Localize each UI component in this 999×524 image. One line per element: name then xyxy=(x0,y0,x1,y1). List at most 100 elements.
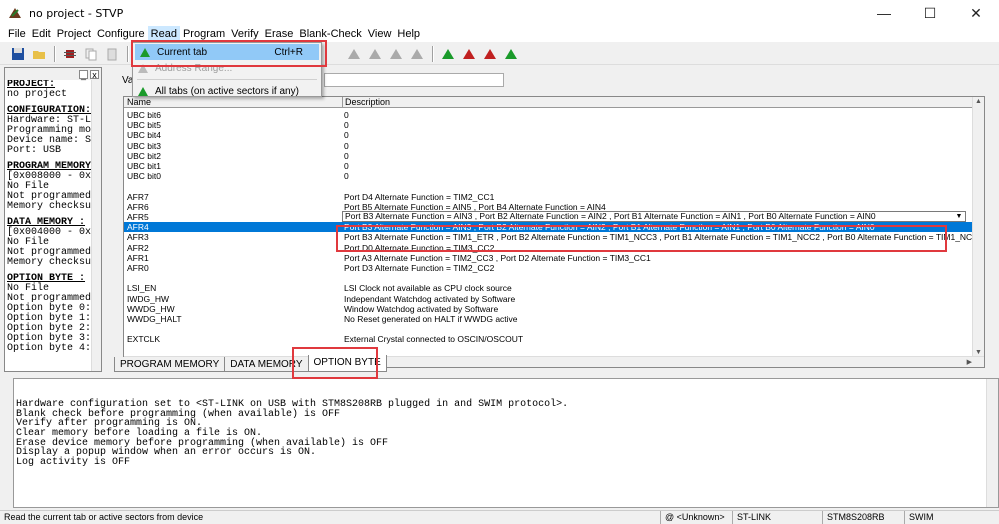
row-description: Port A3 Alternate Function = TIM2_CC3 , … xyxy=(344,252,651,263)
menu-item-all-tabs[interactable]: All tabs (on active sectors if any) xyxy=(133,83,321,99)
maximize-button[interactable]: ☐ xyxy=(907,0,953,26)
table-row[interactable]: IWDG_HW Independant Watchdog activated by… xyxy=(124,294,974,304)
panel-close-icon[interactable]: x xyxy=(90,69,99,79)
save-icon[interactable] xyxy=(8,45,28,63)
info-line: Option byte 4: xyxy=(7,343,91,354)
row-description: 0 xyxy=(344,110,349,120)
menu-file[interactable]: File xyxy=(5,26,29,42)
table-row[interactable]: AFR7 Port D4 Alternate Function = TIM2_CC… xyxy=(124,192,974,202)
read-pm-icon[interactable] xyxy=(365,45,385,63)
panel-header: _ x xyxy=(5,68,101,80)
info-line: Memory checksum xyxy=(7,201,91,212)
row-name: AFR1 xyxy=(127,252,149,263)
close-button[interactable]: ✕ xyxy=(953,0,999,26)
table-row[interactable]: EXTCLK External Crystal connected to OSCI… xyxy=(124,334,974,344)
panel-scrollbar[interactable] xyxy=(91,80,101,371)
row-name: UBC bit3 xyxy=(127,140,162,151)
table-row[interactable]: UBC bit0 0 xyxy=(124,171,974,181)
value-combobox[interactable]: Port B3 Alternate Function = AIN3 , Port… xyxy=(342,211,966,222)
toolbar-separator xyxy=(432,45,434,62)
read-ob-icon[interactable] xyxy=(407,45,427,63)
row-name: EXTCLK xyxy=(127,334,161,345)
row-description: 0 xyxy=(344,120,349,131)
menu-help[interactable]: Help xyxy=(394,26,423,42)
program-green2-icon[interactable] xyxy=(501,45,521,63)
log-scrollbar[interactable] xyxy=(986,379,998,507)
program-red-icon[interactable] xyxy=(459,45,479,63)
annotation-box-read-menu xyxy=(131,40,327,67)
table-row[interactable]: UBC bit1 0 xyxy=(124,161,974,171)
menu-project[interactable]: Project xyxy=(54,26,94,42)
table-row[interactable]: WWDG_HW Window Watchdog activated by Soft… xyxy=(124,304,974,314)
tab-program-memory[interactable]: PROGRAM MEMORY xyxy=(114,357,226,372)
row-name: UBC bit2 xyxy=(127,150,162,161)
row-description: 0 xyxy=(344,161,349,171)
table-row[interactable]: UBC bit6 0 xyxy=(124,110,974,120)
memory-view-panel: Va Name Description UBC bit6 0 UBC bit5 0 UB… xyxy=(114,67,985,372)
table-row[interactable]: UBC bit3 0 xyxy=(124,141,974,151)
log-line: Display a popup window when an error occ… xyxy=(16,447,317,459)
table-row[interactable]: AFR0 Port D3 Alternate Function = TIM2_CC… xyxy=(124,263,974,273)
chip-icon[interactable] xyxy=(60,45,80,63)
scroll-down-icon[interactable]: ▼ xyxy=(975,349,982,356)
log-line: Log activity is OFF xyxy=(16,456,131,468)
row-name: WWDG_HW xyxy=(127,303,175,314)
read-all-icon[interactable] xyxy=(344,45,364,63)
row-name: AFR6 xyxy=(127,201,149,212)
stvp-app-icon xyxy=(9,8,21,18)
status-device: STM8S208RB xyxy=(822,511,902,524)
scroll-right-icon[interactable]: ▶ xyxy=(967,358,972,366)
project-info-panel: _ x PROJECT: no project CONFIGURATION: Hard… xyxy=(4,67,102,372)
table-row[interactable] xyxy=(124,273,974,283)
column-header-description[interactable]: Description xyxy=(342,97,390,108)
toolbar-separator xyxy=(54,45,56,62)
info-line: no project xyxy=(7,89,68,100)
combobox-value: Port B3 Alternate Function = AIN3 , Port… xyxy=(345,211,876,221)
paste-icon[interactable] xyxy=(102,45,122,63)
row-name: LSI_EN xyxy=(127,283,157,294)
all-tabs-label: All tabs (on active sectors if any) xyxy=(155,85,299,97)
row-name: AFR7 xyxy=(127,191,149,202)
program-green-icon[interactable] xyxy=(438,45,458,63)
table-row[interactable]: UBC bit5 0 xyxy=(124,120,974,130)
row-name: UBC bit5 xyxy=(127,120,162,131)
menu-edit[interactable]: Edit xyxy=(29,26,54,42)
table-row[interactable]: UBC bit4 0 xyxy=(124,130,974,140)
row-name: AFR0 xyxy=(127,263,149,273)
minimize-button[interactable]: — xyxy=(861,0,907,26)
table-row[interactable]: WWDG_HALT No Reset generated on HALT if W… xyxy=(124,314,974,324)
grid-vertical-scrollbar[interactable]: ▲ ▼ xyxy=(972,97,984,357)
row-description: LSI Clock not available as CPU clock sou… xyxy=(344,283,512,294)
read-dm-icon[interactable] xyxy=(386,45,406,63)
table-row[interactable] xyxy=(124,181,974,191)
read-all-icon xyxy=(138,87,148,96)
table-row[interactable] xyxy=(124,324,974,334)
annotation-box-option-byte-tab xyxy=(292,347,378,379)
row-description: 0 xyxy=(344,130,349,141)
table-row[interactable]: AFR5 Port B3 Alternate Function = AIN3 , … xyxy=(124,211,974,222)
table-row[interactable]: LSI_EN LSI Clock not available as CPU clo… xyxy=(124,283,974,293)
chevron-down-icon[interactable]: ▼ xyxy=(953,212,965,221)
value-input[interactable] xyxy=(324,73,504,87)
table-row[interactable]: AFR1 Port A3 Alternate Function = TIM2_CC… xyxy=(124,253,974,263)
status-address: @ <Unknown> xyxy=(660,511,730,524)
panel-minimize-icon[interactable]: _ xyxy=(79,69,88,79)
row-name: UBC bit6 xyxy=(127,110,162,120)
row-description: Independant Watchdog activated by Softwa… xyxy=(344,293,516,304)
row-name: AFR5 xyxy=(127,212,149,222)
status-protocol: SWIM xyxy=(904,511,999,524)
row-name: WWDG_HALT xyxy=(127,314,182,324)
window-title: no project - STVP xyxy=(29,6,124,20)
copy-icon[interactable] xyxy=(81,45,101,63)
scroll-up-icon[interactable]: ▲ xyxy=(975,98,982,105)
table-row[interactable]: UBC bit2 0 xyxy=(124,151,974,161)
open-folder-icon[interactable] xyxy=(29,45,49,63)
program-red2-icon[interactable] xyxy=(480,45,500,63)
row-description: 0 xyxy=(344,171,349,182)
log-output: Hardware configuration set to <ST-LINK o… xyxy=(13,378,999,508)
row-name: UBC bit4 xyxy=(127,130,162,141)
row-name: IWDG_HW xyxy=(127,293,170,304)
menu-view[interactable]: View xyxy=(365,26,395,42)
row-description: 0 xyxy=(344,140,349,151)
row-description: 0 xyxy=(344,150,349,161)
